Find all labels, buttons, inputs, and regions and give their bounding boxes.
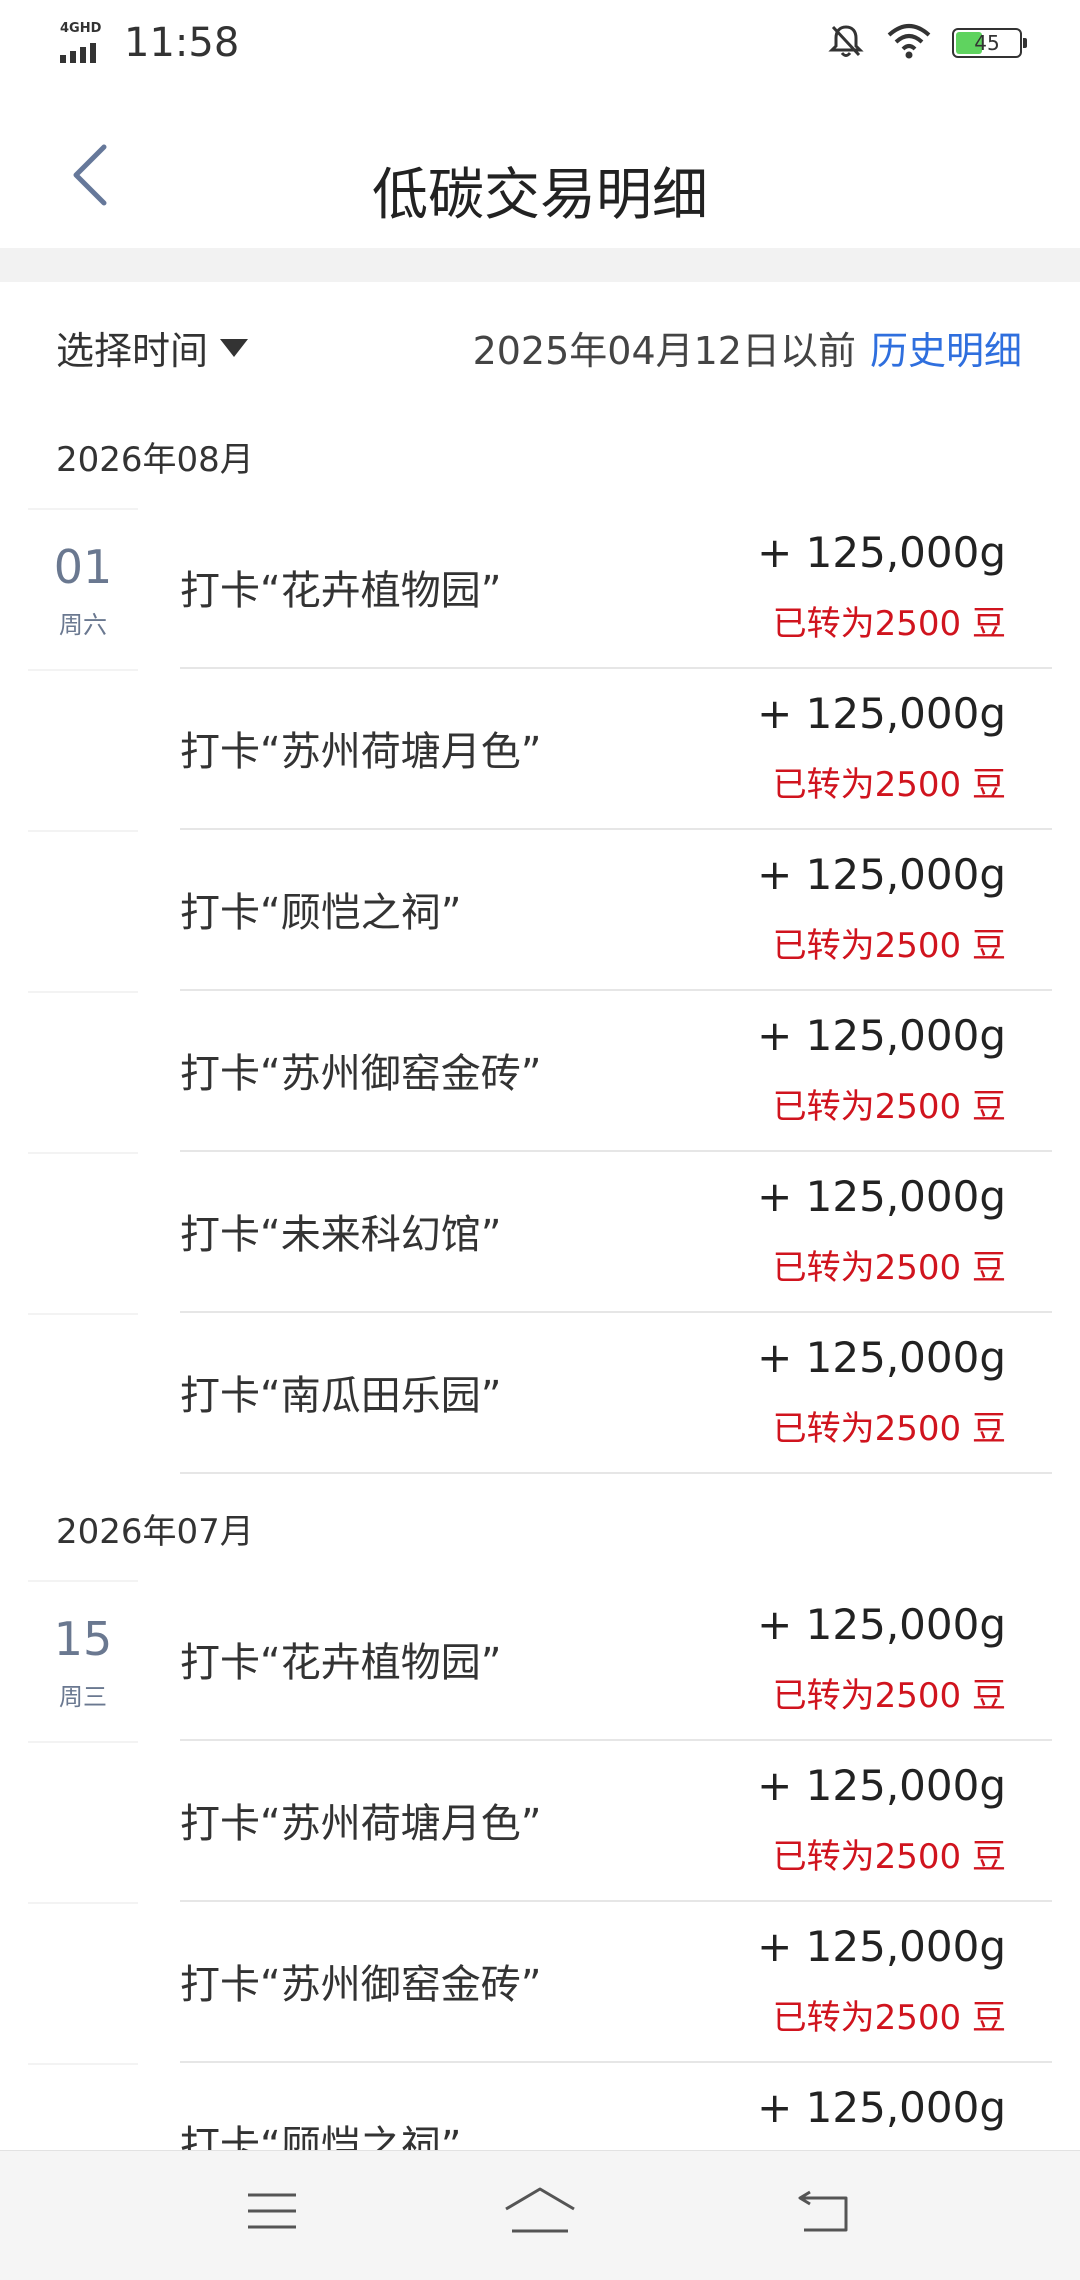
status-left: 4GHD 11:58 [58, 18, 239, 68]
conversion-status: 已转为2500 豆 [772, 604, 1006, 644]
transaction-content: 打卡“顾恺之祠”+ 125,000g已转为2500 豆 [180, 2063, 1052, 2150]
date-weekday: 周三 [59, 1683, 107, 1711]
transaction-amount: + 125,000g [757, 2083, 1006, 2132]
date-column [28, 1152, 138, 1313]
transaction-amount: + 125,000g [757, 1011, 1006, 1060]
menu-button[interactable] [232, 2176, 312, 2246]
transaction-row[interactable]: 打卡“顾恺之祠”+ 125,000g已转为2500 豆 [0, 2063, 1080, 2150]
date-column [28, 1313, 138, 1474]
back-nav-button[interactable] [784, 2176, 864, 2246]
transaction-content: 打卡“南瓜田乐园” + 125,000g 已转为2500 豆 [180, 1313, 1052, 1474]
transaction-content: 打卡“顾恺之祠” + 125,000g 已转为2500 豆 [180, 830, 1052, 991]
date-column [28, 2063, 138, 2150]
transaction-amount: + 125,000g [757, 1922, 1006, 1971]
conversion-status: 已转为2500 豆 [772, 765, 1006, 805]
bell-mute-icon [826, 21, 866, 65]
page-title: 低碳交易明细 [372, 163, 708, 228]
conversion-status: 已转为2500 豆 [772, 1087, 1006, 1127]
transaction-row[interactable]: 打卡“苏州御窑金砖” + 125,000g 已转为2500 豆 [0, 991, 1080, 1152]
date-column [28, 669, 138, 830]
transaction-amount: + 125,000g [757, 1333, 1006, 1382]
wifi-icon [886, 21, 932, 65]
transaction-content: 打卡“苏州荷塘月色” + 125,000g 已转为2500 豆 [180, 669, 1052, 830]
conversion-status: 已转为2500 豆 [772, 1998, 1006, 2038]
transaction-title: 打卡“苏州御窑金砖” [180, 1051, 542, 1097]
date-column [28, 991, 138, 1152]
back-icon [798, 2190, 848, 2232]
caret-down-icon [220, 338, 249, 357]
transaction-title: 打卡“苏州御窑金砖” [180, 1962, 542, 2008]
transaction-content: 打卡“未来科幻馆” + 125,000g 已转为2500 豆 [180, 1152, 1052, 1313]
transaction-title: 打卡“花卉植物园” [180, 568, 502, 614]
home-button[interactable] [500, 2176, 580, 2246]
date-day: 01 [53, 540, 113, 594]
status-bar: 4GHD 11:58 45 [0, 0, 1080, 90]
network-type: 4GHD [60, 21, 102, 36]
transaction-title: 打卡“南瓜田乐园” [180, 1373, 502, 1419]
conversion-status: 已转为2500 豆 [772, 1837, 1006, 1877]
transaction-title: 打卡“顾恺之祠” [180, 890, 462, 936]
transaction-content: 打卡“苏州御窑金砖” + 125,000g 已转为2500 豆 [180, 1902, 1052, 2063]
header: 低碳交易明细 [0, 90, 1080, 248]
transaction-title: 打卡“苏州荷塘月色” [180, 729, 542, 775]
status-time: 11:58 [124, 20, 240, 66]
transaction-amount: + 125,000g [757, 1172, 1006, 1221]
home-icon [505, 2187, 575, 2233]
transaction-row[interactable]: 打卡“南瓜田乐园” + 125,000g 已转为2500 豆 [0, 1313, 1080, 1474]
transaction-row[interactable]: 01 周六 打卡“花卉植物园” + 125,000g 已转为2500 豆 [0, 508, 1080, 669]
transaction-row[interactable]: 打卡“苏州荷塘月色” + 125,000g 已转为2500 豆 [0, 669, 1080, 830]
conversion-status: 已转为2500 豆 [772, 926, 1006, 966]
month-header: 2026年08月 [56, 440, 254, 480]
transaction-row[interactable]: 打卡“苏州荷塘月色” + 125,000g 已转为2500 豆 [0, 1741, 1080, 1902]
before-date-text: 2025年04月12日以前 [472, 329, 856, 373]
conversion-status: 已转为2500 豆 [772, 1676, 1006, 1716]
date-column: 01 周六 [28, 508, 138, 669]
status-right: 45 [826, 18, 1027, 68]
transaction-row[interactable]: 打卡“未来科幻馆” + 125,000g 已转为2500 豆 [0, 1152, 1080, 1313]
date-column [28, 830, 138, 991]
bottom-nav [0, 2150, 1080, 2280]
transaction-title: 打卡“苏州荷塘月色” [180, 1801, 542, 1847]
month-header: 2026年07月 [56, 1512, 254, 1552]
conversion-status: 已转为2500 豆 [772, 1248, 1006, 1288]
select-time-label: 选择时间 [56, 329, 209, 373]
select-time-dropdown[interactable]: 选择时间 [56, 320, 249, 375]
header-divider [0, 248, 1080, 282]
date-column [28, 1741, 138, 1902]
transaction-title: 打卡“未来科幻馆” [180, 1212, 502, 1258]
menu-icon [248, 2193, 296, 2229]
transaction-content: 打卡“苏州荷塘月色” + 125,000g 已转为2500 豆 [180, 1741, 1052, 1902]
transaction-row[interactable]: 打卡“苏州御窑金砖” + 125,000g 已转为2500 豆 [0, 1902, 1080, 2063]
transaction-list[interactable]: 2026年08月 01 周六 打卡“花卉植物园” + 125,000g 已转为2500 豆… [0, 402, 1080, 2150]
transaction-row[interactable]: 打卡“顾恺之祠” + 125,000g 已转为2500 豆 [0, 830, 1080, 991]
signal-icon: 4GHD [58, 21, 114, 65]
transaction-amount: + 125,000g [757, 850, 1006, 899]
transaction-row[interactable]: 15 周三 打卡“花卉植物园” + 125,000g 已转为2500 豆 [0, 1580, 1080, 1741]
conversion-status: 已转为2500 豆 [772, 1409, 1006, 1449]
date-column: 15 周三 [28, 1580, 138, 1741]
transaction-title: 打卡“顾恺之祠” [180, 2123, 462, 2150]
date-column [28, 1902, 138, 2063]
date-day: 15 [53, 1612, 113, 1666]
filter-right: 2025年04月12日以前 历史明细 [473, 320, 1022, 375]
battery-icon: 45 [952, 28, 1027, 58]
transaction-amount: + 125,000g [757, 1600, 1006, 1649]
transaction-amount: + 125,000g [757, 1761, 1006, 1810]
transaction-content: 打卡“花卉植物园” + 125,000g 已转为2500 豆 [180, 1580, 1052, 1741]
transaction-title: 打卡“花卉植物园” [180, 1640, 502, 1686]
transaction-amount: + 125,000g [757, 689, 1006, 738]
transaction-content: 打卡“苏州御窑金砖” + 125,000g 已转为2500 豆 [180, 991, 1052, 1152]
transaction-amount: + 125,000g [757, 528, 1006, 577]
date-weekday: 周六 [59, 611, 107, 639]
transaction-content: 打卡“花卉植物园” + 125,000g 已转为2500 豆 [180, 508, 1052, 669]
filter-row: 选择时间 2025年04月12日以前 历史明细 [0, 282, 1080, 402]
history-details-link[interactable]: 历史明细 [870, 320, 1022, 375]
battery-level: 45 [974, 31, 1000, 55]
